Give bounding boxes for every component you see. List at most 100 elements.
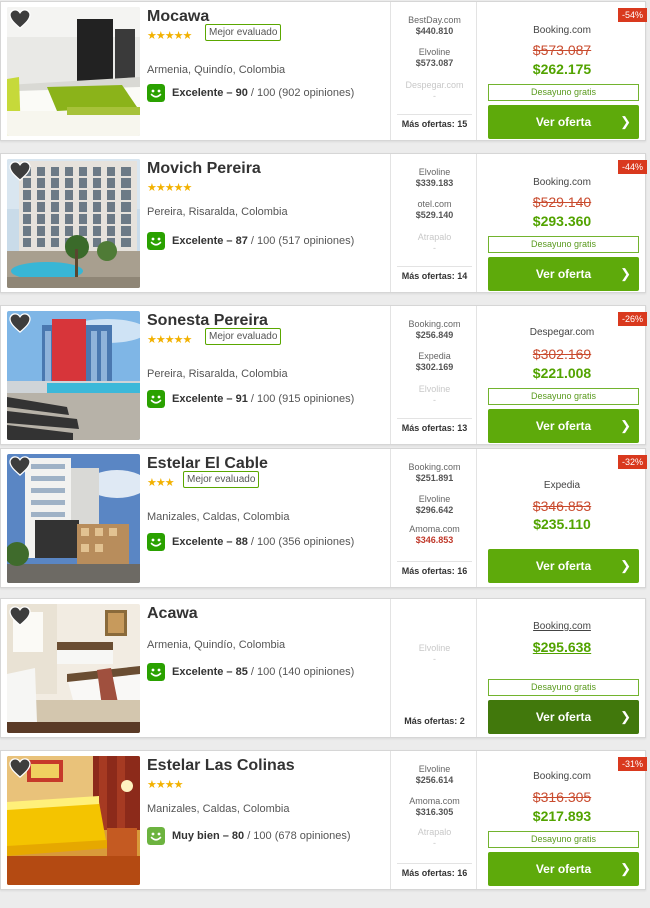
offer-price: $346.853 xyxy=(415,535,454,545)
offer-item[interactable]: Elvoline $573.087 xyxy=(391,47,478,69)
heart-icon[interactable] xyxy=(9,313,31,333)
view-offer-label: Ver oferta xyxy=(535,710,592,724)
heart-icon[interactable] xyxy=(9,161,31,181)
offer-item: Despegar.com - xyxy=(391,80,478,102)
offer-item[interactable]: Booking.com $256.849 xyxy=(391,319,478,341)
smiley-icon xyxy=(147,827,165,845)
chevron-right-icon: ❯ xyxy=(620,861,631,876)
rating-text[interactable]: Excelente – 91 / 100 (915 opiniones) xyxy=(172,393,354,405)
rating-text[interactable]: Excelente – 88 / 100 (356 opiniones) xyxy=(172,536,354,548)
best-deal: -54% Booking.com $573.087 $262.175 Desay… xyxy=(481,2,647,140)
smiley-icon xyxy=(147,663,165,681)
offer-source: Expedia xyxy=(418,351,451,361)
view-offer-button[interactable]: Ver oferta ❯ xyxy=(488,700,639,734)
hotel-card: Acawa Armenia, Quindío, Colombia Excelen… xyxy=(0,598,646,738)
best-deal: -44% Booking.com $529.140 $293.360 Desay… xyxy=(481,154,647,292)
deal-provider: Despegar.com xyxy=(529,327,595,338)
offer-source: Elvoline xyxy=(418,643,451,653)
deal-provider: Booking.com xyxy=(533,25,591,36)
offer-price: $296.642 xyxy=(415,505,454,515)
old-price: $573.087 xyxy=(532,42,592,58)
heart-icon[interactable] xyxy=(9,456,31,476)
top-rated-badge: Mejor evaluado xyxy=(205,24,282,41)
view-offer-label: Ver oferta xyxy=(535,267,592,281)
hotel-name[interactable]: Mocawa xyxy=(147,8,209,26)
more-offers-link[interactable]: Más ofertas: 16 xyxy=(397,863,472,878)
top-rated-badge: Mejor evaluado xyxy=(183,471,260,488)
top-rated-badge: Mejor evaluado xyxy=(205,328,282,345)
offer-item[interactable]: Elvoline $296.642 xyxy=(391,494,478,516)
view-offer-label: Ver oferta xyxy=(535,115,592,129)
hotel-card: Movich Pereira ★★★★★ Pereira, Risaralda,… xyxy=(0,153,647,293)
other-offers: Elvoline - Más ofertas: 2 xyxy=(390,599,477,737)
view-offer-label: Ver oferta xyxy=(535,419,592,433)
chevron-right-icon: ❯ xyxy=(620,418,631,433)
heart-icon[interactable] xyxy=(9,9,31,29)
offer-source: Elvoline xyxy=(418,167,451,177)
rating-text[interactable]: Excelente – 85 / 100 (140 opiniones) xyxy=(172,666,354,678)
hotel-name[interactable]: Movich Pereira xyxy=(147,160,261,178)
other-offers: BestDay.com $440.810 Elvoline $573.087 Des… xyxy=(390,2,477,140)
offer-item: Elvoline - xyxy=(391,643,478,665)
discount-badge: -26% xyxy=(617,312,647,326)
more-offers-link[interactable]: Más ofertas: 15 xyxy=(397,114,472,129)
view-offer-button[interactable]: Ver oferta ❯ xyxy=(488,549,639,583)
offer-item: Elvoline - xyxy=(391,384,478,406)
more-offers-link[interactable]: Más ofertas: 14 xyxy=(397,266,472,281)
offer-source: Amoma.com xyxy=(409,524,460,534)
rating-text[interactable]: Excelente – 87 / 100 (517 opiniones) xyxy=(172,235,354,247)
hotel-name[interactable]: Acawa xyxy=(147,605,198,623)
offer-item[interactable]: BestDay.com $440.810 xyxy=(391,15,478,37)
heart-icon[interactable] xyxy=(9,758,31,778)
hotel-card: Estelar Las Colinas ★★★★ Manizales, Cald… xyxy=(0,750,647,890)
hotel-location: Pereira, Risaralda, Colombia xyxy=(147,368,288,380)
offer-source: BestDay.com xyxy=(408,15,461,25)
offer-source: Despegar.com xyxy=(405,80,464,90)
offer-source: Atrapalo xyxy=(417,827,452,837)
rating-score: Excelente – 85 xyxy=(172,666,248,678)
chevron-right-icon: ❯ xyxy=(620,114,631,129)
hotel-name[interactable]: Estelar Las Colinas xyxy=(147,757,295,775)
offer-item[interactable]: Expedia $302.169 xyxy=(391,351,478,373)
offer-source: otel.com xyxy=(417,199,452,209)
smiley-icon xyxy=(147,390,165,408)
deal-price[interactable]: $295.638 xyxy=(481,639,643,655)
view-offer-button[interactable]: Ver oferta ❯ xyxy=(488,257,639,291)
deal-price: $262.175 xyxy=(532,61,592,77)
offer-item[interactable]: Amoma.com $346.853 xyxy=(391,524,478,546)
star-rating: ★★★★ xyxy=(147,779,183,791)
view-offer-button[interactable]: Ver oferta ❯ xyxy=(488,409,639,443)
rating-text[interactable]: Excelente – 90 / 100 (902 opiniones) xyxy=(172,87,354,99)
rating-reviews: / 100 (356 opiniones) xyxy=(247,536,355,548)
deal-price: $221.008 xyxy=(532,365,592,381)
heart-icon[interactable] xyxy=(9,606,31,626)
offer-item[interactable]: otel.com $529.140 xyxy=(391,199,478,221)
offer-price: - xyxy=(433,838,436,848)
old-price: $316.305 xyxy=(532,789,592,805)
view-offer-button[interactable]: Ver oferta ❯ xyxy=(488,105,639,139)
rating-text[interactable]: Muy bien – 80 / 100 (678 opiniones) xyxy=(172,830,351,842)
view-offer-button[interactable]: Ver oferta ❯ xyxy=(488,852,639,886)
offer-price: - xyxy=(433,395,436,405)
offer-source: Booking.com xyxy=(408,319,461,329)
free-breakfast-tag: Desayuno gratis xyxy=(488,236,639,253)
more-offers-link[interactable]: Más ofertas: 16 xyxy=(397,561,472,576)
other-offers: Elvoline $339.183 otel.com $529.140 Atrapa… xyxy=(390,154,477,292)
best-deal: -31% Booking.com $316.305 $217.893 Desay… xyxy=(481,751,647,889)
offer-price: $302.169 xyxy=(415,362,454,372)
hotel-location: Armenia, Quindío, Colombia xyxy=(147,64,286,76)
chevron-right-icon: ❯ xyxy=(620,709,631,724)
offer-item[interactable]: Amoma.com $316.305 xyxy=(391,796,478,818)
offer-item[interactable]: Elvoline $339.183 xyxy=(391,167,478,189)
more-offers-link[interactable]: Más ofertas: 2 xyxy=(397,712,472,726)
more-offers-link[interactable]: Más ofertas: 13 xyxy=(397,418,472,433)
deal-provider[interactable]: Booking.com xyxy=(481,621,643,632)
free-breakfast-tag: Desayuno gratis xyxy=(488,831,639,848)
old-price: $529.140 xyxy=(532,194,592,210)
other-offers: Booking.com $256.849 Expedia $302.169 Elvo… xyxy=(390,306,477,444)
offer-source: Amoma.com xyxy=(409,796,460,806)
offer-price: $339.183 xyxy=(415,178,454,188)
offer-item[interactable]: Booking.com $251.891 xyxy=(391,462,478,484)
view-offer-label: Ver oferta xyxy=(535,862,592,876)
offer-item[interactable]: Elvoline $256.614 xyxy=(391,764,478,786)
